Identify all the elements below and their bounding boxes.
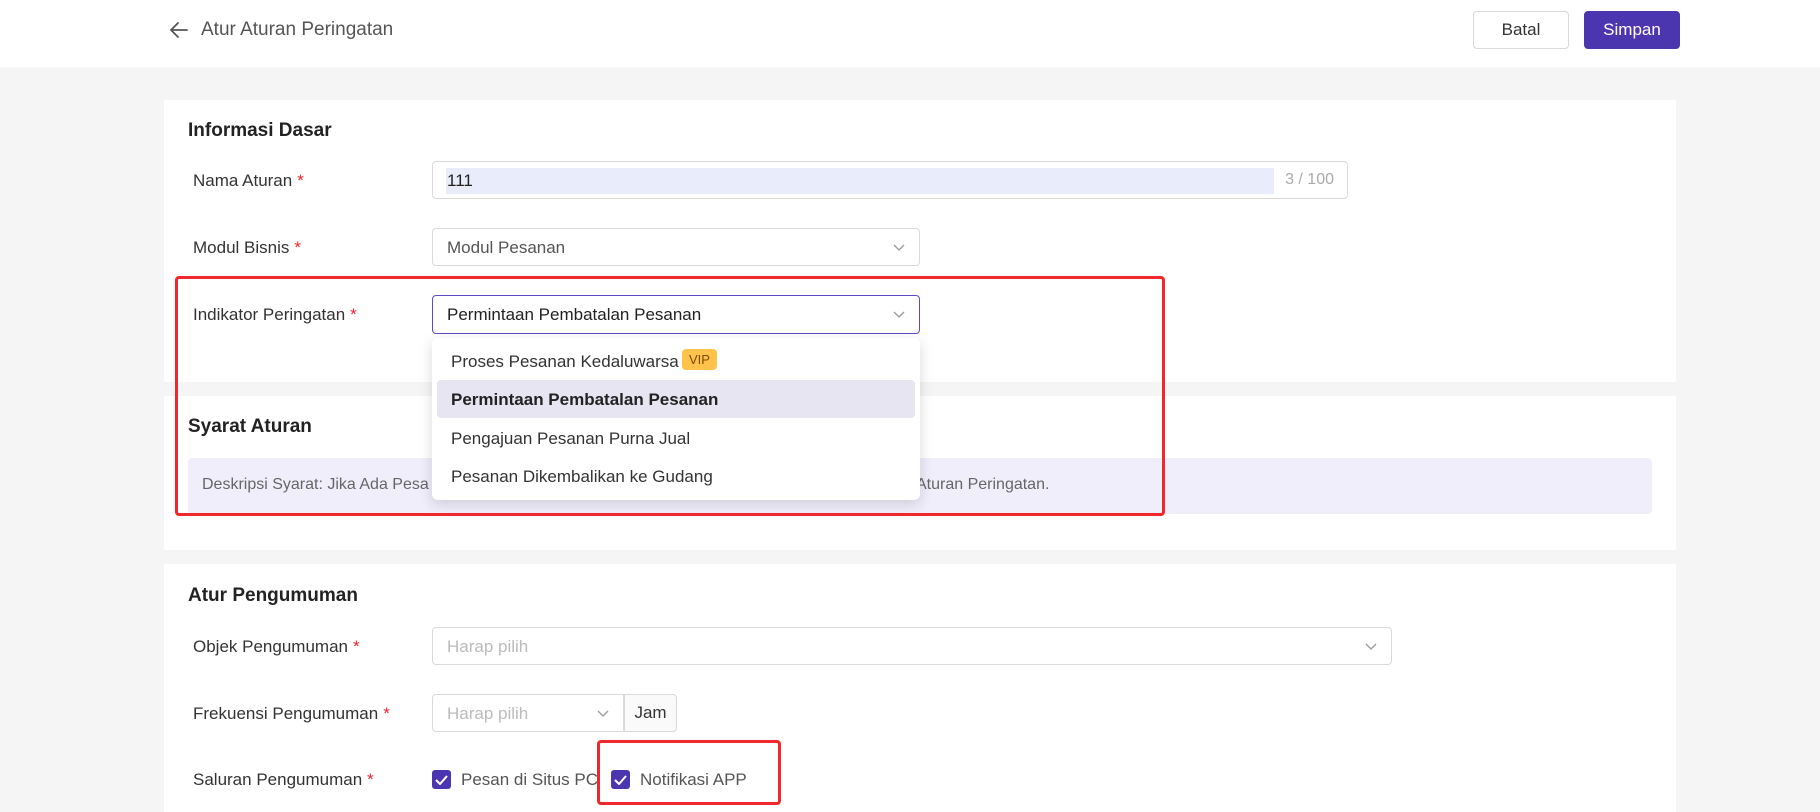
pc-site-message-checkbox[interactable] bbox=[432, 770, 451, 789]
business-module-value: Modul Pesanan bbox=[447, 238, 566, 257]
chevron-down-icon bbox=[893, 244, 905, 251]
frequency-unit: Jam bbox=[624, 694, 677, 732]
required-marker: * bbox=[352, 637, 360, 656]
save-button[interactable]: Simpan bbox=[1584, 11, 1680, 49]
arrow-left-icon[interactable] bbox=[167, 18, 191, 42]
pc-site-message-label[interactable]: Pesan di Situs PC bbox=[461, 770, 598, 790]
announcement-card bbox=[164, 564, 1676, 812]
required-marker: * bbox=[297, 171, 304, 190]
rule-name-label-text: Nama Aturan bbox=[193, 171, 293, 190]
announcement-frequency-placeholder: Harap pilih bbox=[447, 704, 529, 723]
announcement-title: Atur Pengumuman bbox=[188, 585, 358, 606]
check-icon bbox=[435, 774, 448, 785]
announcement-channel-label-text: Saluran Pengumuman bbox=[193, 770, 363, 789]
announcement-object-placeholder: Harap pilih bbox=[447, 637, 529, 656]
business-module-label: Modul Bisnis * bbox=[193, 238, 301, 258]
annotation-highlight-box bbox=[597, 740, 781, 805]
rule-name-label: Nama Aturan * bbox=[193, 171, 304, 191]
annotation-highlight-box bbox=[175, 276, 1165, 516]
announcement-object-label-text: Objek Pengumuman bbox=[193, 637, 348, 656]
chevron-down-icon bbox=[597, 710, 609, 717]
text-selection-highlight bbox=[446, 168, 1274, 194]
required-marker: * bbox=[383, 704, 390, 723]
announcement-channel-label: Saluran Pengumuman * bbox=[193, 770, 374, 790]
top-bar: Atur Aturan Peringatan Batal Simpan bbox=[0, 0, 1820, 67]
page-title: Atur Aturan Peringatan bbox=[201, 19, 394, 40]
announcement-frequency-select[interactable]: Harap pilih bbox=[432, 694, 624, 732]
rule-name-value: 111 bbox=[447, 171, 473, 190]
business-module-select[interactable]: Modul Pesanan bbox=[432, 228, 920, 266]
announcement-object-label: Objek Pengumuman * bbox=[193, 637, 360, 657]
rule-name-input[interactable]: 111 3 / 100 bbox=[432, 161, 1348, 199]
cancel-button[interactable]: Batal bbox=[1473, 11, 1569, 49]
business-module-label-text: Modul Bisnis bbox=[193, 238, 290, 257]
char-counter: 3 / 100 bbox=[1285, 171, 1334, 188]
announcement-frequency-label: Frekuensi Pengumuman * bbox=[193, 704, 390, 724]
required-marker: * bbox=[294, 238, 301, 257]
chevron-down-icon bbox=[1365, 643, 1377, 650]
required-marker: * bbox=[367, 770, 374, 789]
announcement-object-select[interactable]: Harap pilih bbox=[432, 627, 1392, 665]
basic-info-title: Informasi Dasar bbox=[188, 120, 332, 141]
announcement-frequency-label-text: Frekuensi Pengumuman bbox=[193, 704, 379, 723]
